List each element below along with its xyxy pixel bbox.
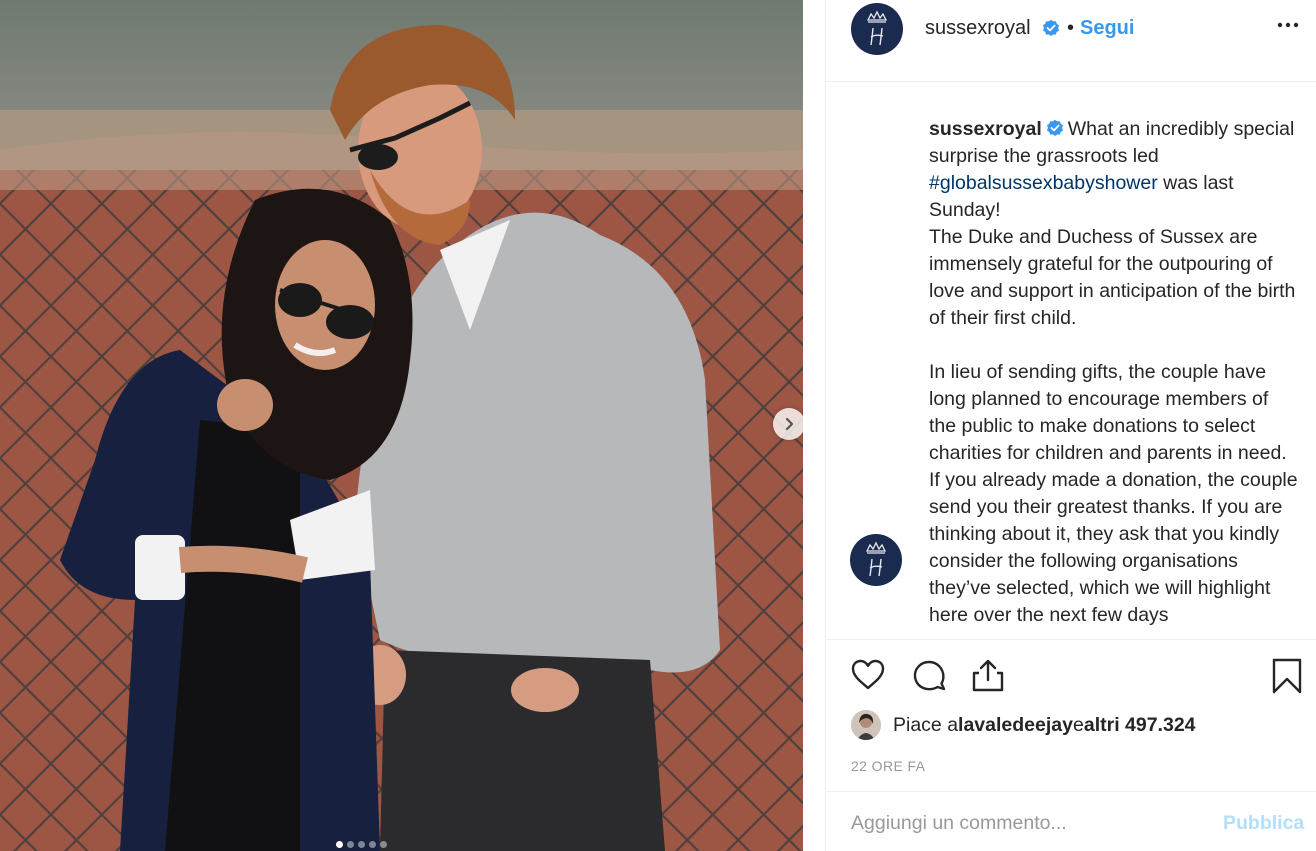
follow-button[interactable]: Segui — [1080, 17, 1134, 40]
verified-badge-icon — [1043, 19, 1059, 36]
post-photo — [0, 0, 803, 851]
avatar[interactable] — [851, 3, 903, 55]
likes-count[interactable]: altri 497.324 — [1084, 714, 1196, 737]
comment-input[interactable] — [851, 812, 1181, 835]
heart-icon — [851, 659, 885, 690]
post-side-panel: sussexroyal • Segui sussexroyal What an i… — [825, 0, 1316, 851]
more-options-button[interactable] — [1276, 13, 1300, 43]
carousel-dot — [347, 841, 354, 848]
likes-prefix: Piace a — [893, 713, 959, 736]
share-button[interactable] — [970, 657, 1006, 698]
share-icon — [972, 659, 1004, 692]
more-options-icon — [1277, 22, 1299, 28]
post-actions: Piace a lavaledeejay e altri 497.324 22 … — [826, 639, 1316, 851]
post-author-name[interactable]: sussexroyal — [925, 17, 1031, 40]
carousel-indicator — [336, 841, 387, 848]
chevron-right-icon — [785, 417, 794, 431]
carousel-dot — [336, 841, 343, 848]
caption-text-part: was last Sunday! The Duke and Duchess of… — [929, 172, 1298, 626]
comments-section[interactable]: sussexroyal What an incredibly special su… — [826, 83, 1316, 639]
carousel-dot — [358, 841, 365, 848]
liker-avatar[interactable] — [851, 710, 881, 740]
crown-monogram-icon — [866, 10, 888, 46]
post-header: sussexroyal • Segui — [826, 0, 1316, 82]
person-icon — [851, 710, 881, 740]
header-separator: • — [1067, 17, 1075, 39]
save-button[interactable] — [1271, 657, 1303, 700]
carousel-dot — [369, 841, 376, 848]
likes-middle: e — [1072, 713, 1084, 736]
comment-icon — [913, 660, 946, 691]
post-caption: sussexroyal What an incredibly special su… — [929, 116, 1299, 629]
like-button[interactable] — [850, 657, 886, 698]
verified-badge-icon — [1046, 119, 1063, 136]
publish-button[interactable]: Pubblica — [1223, 812, 1304, 835]
caption-author[interactable]: sussexroyal — [929, 118, 1042, 140]
caption-hashtag-link[interactable]: #globalsussexbabyshower — [929, 172, 1158, 194]
carousel-next-button[interactable] — [773, 408, 803, 440]
carousel-dot — [380, 841, 387, 848]
comment-button[interactable] — [911, 657, 947, 698]
likes-summary[interactable]: Piace a lavaledeejay e altri 497.324 — [851, 710, 1196, 740]
post-timestamp[interactable]: 22 ORE FA — [851, 758, 925, 774]
post-media[interactable] — [0, 0, 803, 851]
add-comment-bar: Pubblica — [826, 791, 1316, 851]
crown-monogram-icon — [865, 541, 887, 577]
bookmark-icon — [1272, 658, 1302, 694]
liker-username[interactable]: lavaledeejay — [958, 714, 1073, 737]
caption-avatar[interactable] — [850, 534, 902, 586]
